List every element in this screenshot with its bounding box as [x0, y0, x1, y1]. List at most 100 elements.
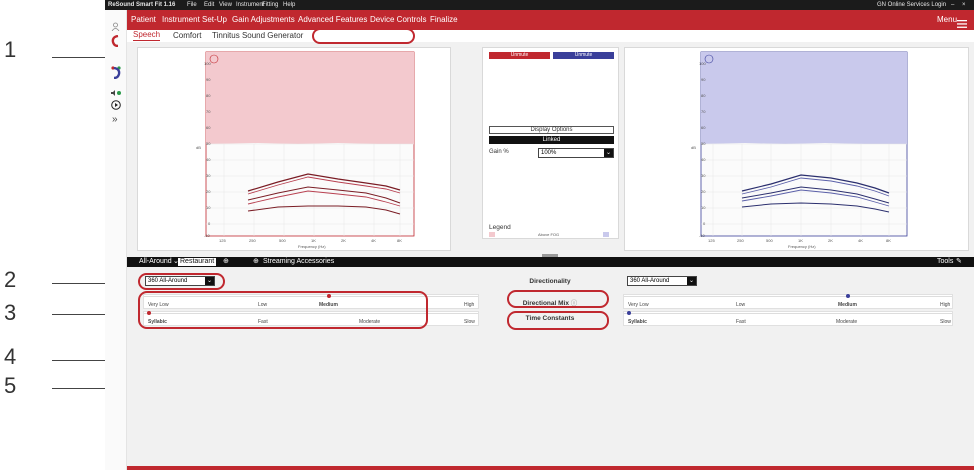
login-link[interactable]: GN Online Services Login — [877, 0, 946, 10]
right-ear-graph-panel: 100 90 80 70 60 50 40 30 20 10 0 -10 dB … — [624, 47, 969, 251]
legend-title: Legend — [489, 224, 511, 231]
sub-tabs: Speech Comfort Tinnitus Sound Generator — [127, 30, 974, 42]
top-menu-label[interactable]: Menu — [937, 10, 957, 30]
y-tick: 90 — [701, 77, 706, 82]
y-tick: 40 — [701, 157, 706, 162]
level-slow[interactable]: Slow — [464, 319, 475, 325]
y-tick: 70 — [701, 109, 706, 114]
unmute-right-label: Unmute — [574, 52, 593, 58]
tab-speech[interactable]: Speech — [133, 30, 161, 41]
right-ear-icon[interactable] — [111, 66, 121, 80]
callout-5: 5 — [4, 373, 17, 398]
person-icon[interactable] — [111, 18, 120, 32]
level-high[interactable]: High — [940, 302, 950, 308]
x-tick: 250 — [249, 238, 256, 243]
x-tick: 250 — [737, 238, 744, 243]
y-tick: 30 — [206, 173, 211, 178]
title-bar: ReSound Smart Fit 1.16 File Edit View In… — [105, 0, 974, 10]
speaker-icon[interactable] — [110, 83, 122, 96]
y-tick: 100 — [699, 61, 706, 66]
legend-item-label: Above FOG — [538, 232, 560, 237]
display-options-button[interactable]: Display Options — [489, 126, 614, 134]
chevron-down-icon: ⌄ — [687, 277, 696, 285]
level-low[interactable]: Low — [736, 302, 745, 308]
menu-fitting[interactable]: Fitting — [262, 0, 278, 10]
close-icon[interactable]: × — [962, 0, 966, 10]
y-tick: 80 — [701, 93, 706, 98]
right-directionality-value: 360 All-Around — [630, 278, 670, 284]
y-tick: 40 — [206, 157, 211, 162]
nav-gain-adjustments[interactable]: Gain Adjustments — [232, 10, 295, 30]
right-directional-mix-slider[interactable]: Very Low Low Medium High — [623, 294, 953, 309]
gain-label: Gain % — [489, 149, 509, 155]
right-directionality-dropdown[interactable]: 360 All-Around ⌄ — [627, 276, 697, 286]
tab-comfort[interactable]: Comfort — [173, 30, 201, 42]
nav-patient[interactable]: Patient — [131, 10, 156, 30]
x-tick: 8K — [886, 238, 891, 243]
x-axis-label: Frequency (Hz) — [298, 244, 326, 249]
callout-2-highlight — [138, 273, 225, 290]
display-options-label: Display Options — [530, 127, 573, 133]
nav-instrument-setup[interactable]: Instrument Set-Up — [162, 10, 227, 30]
legend-swatch-right — [603, 232, 609, 237]
gain-dropdown[interactable]: 100% ⌄ — [538, 148, 614, 158]
level-moderate[interactable]: Moderate — [836, 319, 857, 325]
y-tick: 80 — [206, 93, 211, 98]
menu-instrument[interactable]: Instrument — [236, 0, 264, 10]
y-tick: 10 — [701, 205, 706, 210]
y-tick: 10 — [206, 205, 211, 210]
callout-1-highlight — [312, 28, 415, 44]
tab-tinnitus-sound-generator[interactable]: Tinnitus Sound Generator — [212, 30, 303, 42]
nav-device-controls[interactable]: Device Controls — [370, 10, 426, 30]
y-tick: 0 — [703, 221, 706, 226]
app-window: ReSound Smart Fit 1.16 File Edit View In… — [105, 0, 974, 470]
callout-5-highlight — [507, 311, 609, 330]
tools-icon[interactable]: ✎ — [956, 257, 962, 267]
level-slow[interactable]: Slow — [940, 319, 951, 325]
slider-knob[interactable] — [846, 294, 850, 298]
y-tick: 30 — [701, 173, 706, 178]
x-tick: 500 — [279, 238, 286, 243]
streaming-accessories-button[interactable]: Streaming Accessories — [263, 257, 334, 267]
unmute-left-button[interactable]: Unmute — [489, 52, 550, 59]
level-very-low[interactable]: Very Low — [628, 302, 649, 308]
slider-knob[interactable] — [627, 311, 631, 315]
program-tab-restaurant[interactable]: Restaurant — [178, 258, 217, 266]
play-icon[interactable] — [111, 97, 121, 110]
x-tick: 8K — [397, 238, 402, 243]
gain-value: 100% — [541, 150, 557, 156]
linked-button[interactable]: Linked — [489, 136, 614, 144]
y-tick: 50 — [701, 141, 706, 146]
y-tick: -10 — [204, 233, 210, 238]
x-tick: 4K — [858, 238, 863, 243]
left-rail: » — [105, 10, 127, 470]
slider-track — [624, 296, 952, 297]
menu-help[interactable]: Help — [283, 0, 295, 10]
menu-edit[interactable]: Edit — [204, 0, 214, 10]
expand-icon[interactable]: » — [112, 114, 118, 125]
nav-bar: Patient Instrument Set-Up Gain Adjustmen… — [127, 10, 974, 30]
program-tab-current[interactable]: All-Around — [139, 257, 172, 267]
x-tick: 4K — [371, 238, 376, 243]
tools-button[interactable]: Tools — [937, 257, 953, 267]
add-program-icon[interactable]: ⊕ — [223, 257, 229, 267]
right-time-constants-slider[interactable]: Syllabic Fast Moderate Slow — [623, 311, 953, 326]
level-high[interactable]: High — [464, 302, 474, 308]
left-ear-icon[interactable] — [111, 34, 121, 48]
x-tick: 500 — [766, 238, 773, 243]
minimize-button[interactable]: – — [951, 0, 954, 10]
hamburger-icon[interactable] — [957, 16, 967, 28]
linked-label: Linked — [542, 137, 561, 143]
left-ear-graph — [205, 51, 415, 237]
unmute-right-button[interactable]: Unmute — [553, 52, 614, 59]
nav-advanced-features[interactable]: Advanced Features — [298, 10, 367, 30]
add-streaming-icon[interactable]: ⊕ — [253, 257, 259, 267]
level-syllabic[interactable]: Syllabic — [628, 319, 647, 325]
menu-view[interactable]: View — [219, 0, 232, 10]
nav-finalize[interactable]: Finalize — [430, 10, 458, 30]
level-fast[interactable]: Fast — [736, 319, 746, 325]
level-medium[interactable]: Medium — [838, 302, 857, 308]
y-tick: 60 — [701, 125, 706, 130]
x-tick: 2K — [828, 238, 833, 243]
menu-file[interactable]: File — [187, 0, 197, 10]
